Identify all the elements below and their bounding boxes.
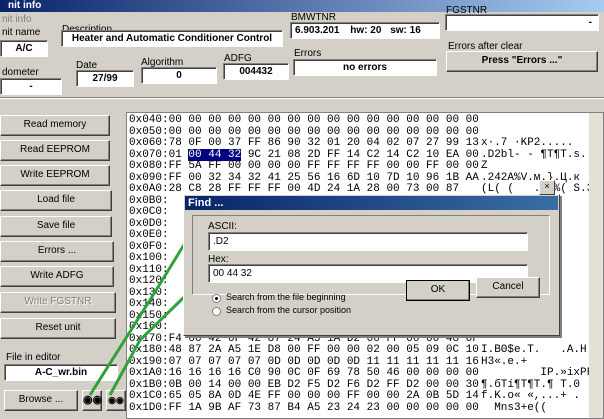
search-cursor-label: Search from the cursor position	[226, 305, 352, 315]
ascii-label: ASCII:	[208, 221, 237, 232]
search-beginning-label: Search from the file beginning	[226, 292, 346, 302]
ok-button[interactable]: OK	[406, 280, 470, 301]
find-dialog: Find ... × ASCII: .D2 Hex: 00 44 32 Sear…	[183, 180, 560, 336]
ascii-input[interactable]: .D2	[208, 232, 528, 251]
radio-search-beginning[interactable]	[212, 294, 221, 303]
find-dialog-title: Find ...	[185, 196, 558, 210]
app-window: nit info nit info nit name A/C Descripti…	[0, 0, 604, 419]
radio-search-cursor[interactable]	[212, 307, 221, 316]
close-icon[interactable]: ×	[539, 180, 555, 195]
cancel-button[interactable]: Cancel	[476, 277, 540, 298]
